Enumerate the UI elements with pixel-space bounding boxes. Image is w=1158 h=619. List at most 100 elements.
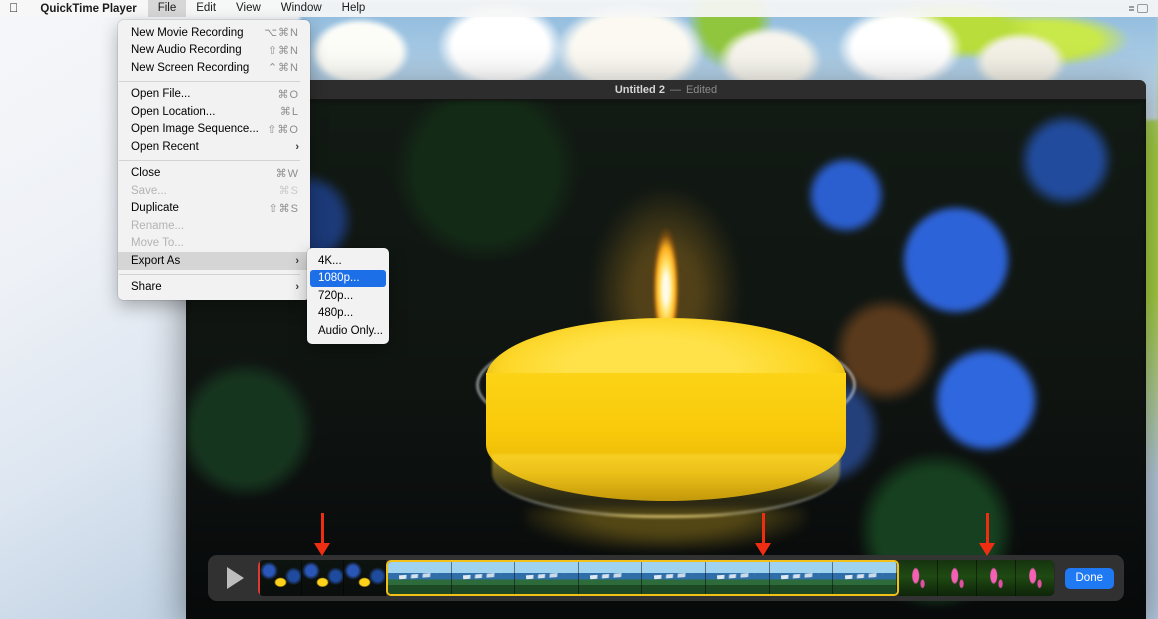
menubar-item-edit[interactable]: Edit: [186, 0, 226, 17]
menu-item-save: Save... ⌘S: [118, 182, 310, 200]
clip-thumbnail: [642, 562, 707, 594]
quicktime-window[interactable]: Untitled 2 — Edited Done: [186, 80, 1146, 619]
timeline-clip-flowers[interactable]: [899, 560, 1055, 596]
menu-item-label: Move To...: [131, 237, 184, 250]
menu-separator: [119, 273, 300, 275]
menu-item-shortcut: ⇧⌘O: [267, 123, 299, 136]
timeline-clip-candle[interactable]: [258, 560, 386, 596]
menu-item-label: New Screen Recording: [131, 61, 250, 74]
menu-item-close[interactable]: Close ⌘W: [118, 165, 310, 183]
window-title: Untitled 2: [614, 83, 665, 96]
clip-thumbnail: [260, 560, 302, 596]
arrow-head-icon: [979, 543, 995, 556]
menu-separator: [119, 80, 300, 82]
menubar-item-help[interactable]: Help: [332, 0, 376, 17]
play-triangle-icon: [226, 567, 244, 589]
clip-thumbnail: [833, 562, 898, 594]
trim-toolbar[interactable]: Done: [208, 555, 1124, 601]
clip-thumbnail: [387, 562, 452, 594]
window-title-dash: —: [669, 83, 681, 96]
menu-item-label: Close: [131, 167, 161, 180]
menu-item-label: Duplicate: [131, 202, 179, 215]
menubar-item-view[interactable]: View: [226, 0, 271, 17]
done-button[interactable]: Done: [1064, 567, 1114, 589]
submenu-item-720p[interactable]: 720p...: [307, 287, 389, 305]
menu-item-share[interactable]: Share ›: [118, 279, 310, 297]
menu-item-open-file[interactable]: Open File... ⌘O: [118, 86, 310, 104]
arrow-clip-boundary-2: [755, 513, 771, 556]
menu-item-new-movie-recording[interactable]: New Movie Recording ⌥⌘N: [118, 24, 310, 42]
arrow-head-icon: [314, 543, 330, 556]
timeline-track[interactable]: [258, 560, 1055, 596]
file-dropdown-menu[interactable]: New Movie Recording ⌥⌘N New Audio Record…: [118, 20, 310, 300]
menu-item-label: New Movie Recording: [131, 26, 244, 39]
clip-thumbnail: [343, 560, 386, 596]
menu-item-rename: Rename...: [118, 217, 310, 235]
menu-item-label: Rename...: [131, 219, 185, 232]
submenu-item-480p[interactable]: 480p...: [307, 305, 389, 323]
menu-item-shortcut: ⌘L: [279, 106, 299, 119]
screen: Untitled 2 — Edited Done QuickTime Playe…: [0, 0, 1158, 619]
menu-item-new-audio-recording[interactable]: New Audio Recording ⇧⌘N: [118, 42, 310, 60]
clip-thumbnail: [976, 560, 1016, 596]
control-center-square: [1137, 4, 1148, 13]
menu-separator: [119, 159, 300, 161]
clip-thumbnail: [515, 562, 579, 594]
candle-subject: [476, 188, 856, 550]
clip-thumbnail: [451, 562, 516, 594]
menu-item-label: Save...: [131, 184, 167, 197]
menu-item-open-recent[interactable]: Open Recent ›: [118, 138, 310, 156]
submenu-item-4k[interactable]: 4K...: [307, 252, 389, 270]
menu-item-label: Open Image Sequence...: [131, 123, 259, 136]
window-edited-state: Edited: [685, 83, 718, 96]
macos-menubar[interactable]:  QuickTime Player File Edit View Window…: [0, 0, 1158, 17]
menu-item-new-screen-recording[interactable]: New Screen Recording ⌃⌘N: [118, 59, 310, 77]
timeline-clip-beach-selected[interactable]: [385, 560, 900, 596]
menu-item-open-location[interactable]: Open Location... ⌘L: [118, 103, 310, 121]
clip-thumbnail: [301, 560, 344, 596]
menu-item-export-as[interactable]: Export As ›: [118, 252, 310, 270]
menu-item-shortcut: ⌃⌘N: [267, 62, 299, 75]
arrow-shaft: [985, 513, 989, 543]
clip-thumbnail: [1015, 560, 1055, 596]
arrow-shaft: [320, 513, 324, 543]
menu-item-label: Share: [131, 281, 162, 294]
video-canvas[interactable]: Done: [186, 100, 1146, 619]
clip-thumbnail: [769, 562, 834, 594]
menubar-app-name[interactable]: QuickTime Player: [29, 3, 147, 15]
arrow-head-icon: [755, 543, 771, 556]
clip-thumbnail: [706, 562, 770, 594]
chevron-right-icon: ›: [295, 140, 299, 153]
menu-item-shortcut: ⇧⌘N: [267, 44, 299, 57]
menu-item-open-image-sequence[interactable]: Open Image Sequence... ⇧⌘O: [118, 121, 310, 139]
clip-thumbnail: [899, 560, 938, 596]
menu-item-label: Open File...: [131, 88, 191, 101]
submenu-item-1080p[interactable]: 1080p...: [310, 269, 386, 287]
play-button[interactable]: [218, 561, 252, 595]
menubar-item-file[interactable]: File: [147, 0, 187, 17]
chevron-right-icon: ›: [295, 254, 299, 267]
chevron-right-icon: ›: [295, 281, 299, 294]
clip-thumbnail: [578, 562, 643, 594]
submenu-item-audio-only[interactable]: Audio Only...: [307, 322, 389, 340]
export-as-submenu[interactable]: 4K... 1080p... 720p... 480p... Audio Onl…: [307, 248, 389, 344]
menu-item-duplicate[interactable]: Duplicate ⇧⌘S: [118, 200, 310, 218]
menu-item-move-to: Move To...: [118, 235, 310, 253]
control-center-bars: [1129, 6, 1134, 11]
menu-item-shortcut: ⌘O: [277, 88, 299, 101]
menu-item-shortcut: ⇧⌘S: [268, 202, 299, 215]
clip-thumbnail: [937, 560, 977, 596]
apple-logo-icon[interactable]: : [0, 2, 29, 15]
menu-item-label: Open Location...: [131, 105, 216, 118]
arrow-shaft: [761, 513, 765, 543]
menubar-item-window[interactable]: Window: [271, 0, 332, 17]
arrow-clip-boundary-3: [979, 513, 995, 556]
control-center-icon[interactable]: [1129, 4, 1158, 13]
menu-item-shortcut: ⌥⌘N: [264, 27, 299, 40]
menu-item-label: Open Recent: [131, 140, 199, 153]
menu-item-shortcut: ⌘S: [278, 185, 299, 198]
menu-item-label: Export As: [131, 254, 181, 267]
window-titlebar[interactable]: Untitled 2 — Edited: [186, 80, 1146, 100]
menu-item-label: New Audio Recording: [131, 44, 242, 57]
arrow-clip-boundary-1: [314, 513, 330, 556]
